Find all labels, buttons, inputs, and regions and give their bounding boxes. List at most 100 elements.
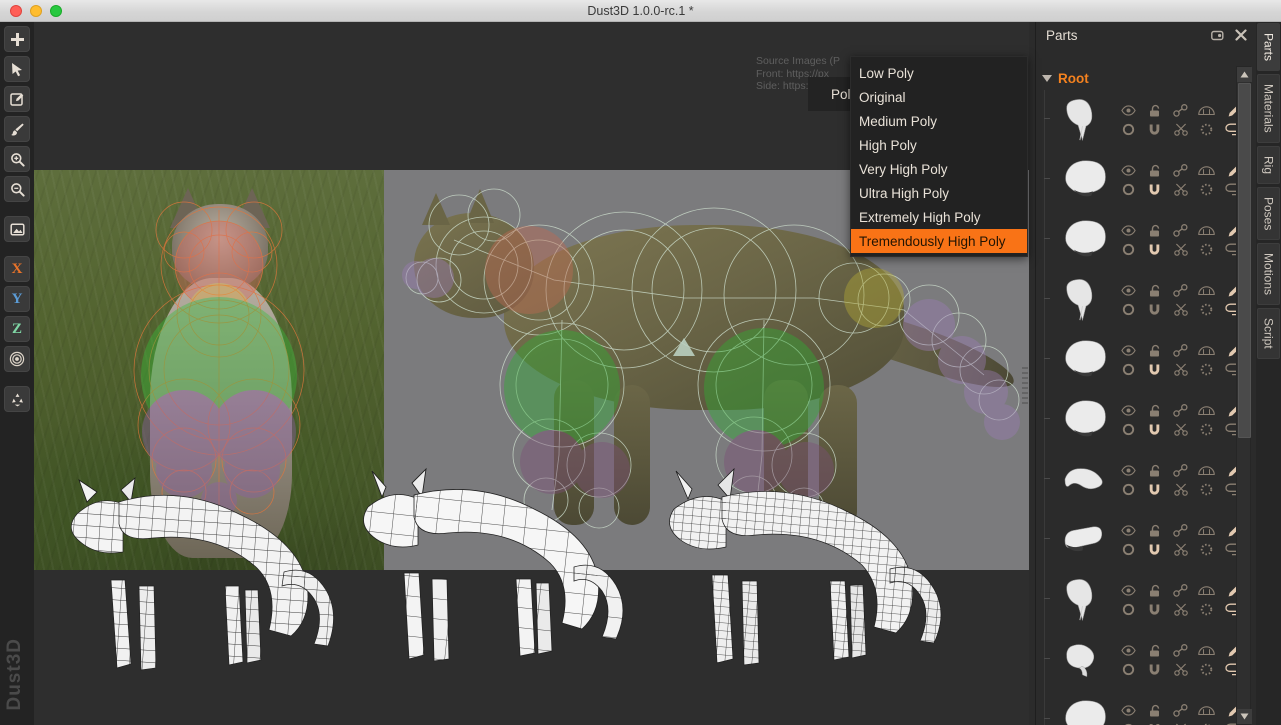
select-tool[interactable] [4,56,30,82]
part-ear-left-thumbnail[interactable] [1058,94,1114,146]
scissors-icon[interactable] [1172,482,1189,497]
reference-image-tool[interactable] [4,216,30,242]
menu-item-ultra-high-poly[interactable]: Ultra High Poly [851,181,1027,205]
menu-item-original[interactable]: Original [851,85,1027,109]
magnet-icon[interactable] [1146,662,1163,677]
round-icon[interactable] [1120,182,1137,197]
part-row[interactable] [1036,330,1236,390]
part-chest-thumbnail[interactable] [1058,334,1114,386]
color-picker-icon[interactable] [1224,103,1236,118]
menu-item-tremendously-high-poly[interactable]: Tremendously High Poly [851,229,1027,253]
dotted-circle-icon[interactable] [1198,602,1215,617]
round-icon[interactable] [1120,482,1137,497]
subdivide-icon[interactable] [1198,703,1215,718]
color-picker-icon[interactable] [1224,283,1236,298]
smooth-icon[interactable] [1224,422,1236,437]
subdivide-icon[interactable] [1198,463,1215,478]
canvas-splitter-handle[interactable] [1022,367,1028,405]
unlock-icon[interactable] [1146,583,1163,598]
part-row[interactable] [1036,150,1236,210]
undock-icon[interactable] [1209,27,1225,43]
color-picker-icon[interactable] [1224,583,1236,598]
unlock-icon[interactable] [1146,343,1163,358]
color-picker-icon[interactable] [1224,643,1236,658]
scissors-icon[interactable] [1172,302,1189,317]
radius-tool[interactable] [4,346,30,372]
scissors-icon[interactable] [1172,422,1189,437]
part-row[interactable] [1036,210,1236,270]
unlock-icon[interactable] [1146,163,1163,178]
magnet-icon[interactable] [1146,422,1163,437]
scissors-icon[interactable] [1172,542,1189,557]
subdivide-icon[interactable] [1198,283,1215,298]
part-paw-back-thumbnail[interactable] [1058,694,1114,725]
link-icon[interactable] [1172,103,1189,118]
part-leg-back-thumbnail[interactable] [1058,634,1114,686]
unlock-icon[interactable] [1146,283,1163,298]
eye-icon[interactable] [1120,643,1137,658]
unlock-icon[interactable] [1146,223,1163,238]
dotted-circle-icon[interactable] [1198,422,1215,437]
link-icon[interactable] [1172,583,1189,598]
subdivide-icon[interactable] [1198,223,1215,238]
smooth-icon[interactable] [1224,242,1236,257]
smooth-icon[interactable] [1224,122,1236,137]
link-icon[interactable] [1172,163,1189,178]
magnet-icon[interactable] [1146,602,1163,617]
eye-icon[interactable] [1120,223,1137,238]
link-icon[interactable] [1172,703,1189,718]
smooth-icon[interactable] [1224,542,1236,557]
parts-list[interactable] [1036,90,1236,725]
part-row[interactable] [1036,630,1236,690]
dotted-circle-icon[interactable] [1198,362,1215,377]
round-icon[interactable] [1120,602,1137,617]
link-icon[interactable] [1172,223,1189,238]
tab-motions[interactable]: Motions [1257,243,1280,306]
unlock-icon[interactable] [1146,403,1163,418]
parts-tree-root[interactable]: Root [1042,71,1089,86]
magnet-icon[interactable] [1146,182,1163,197]
subdivide-icon[interactable] [1198,643,1215,658]
scissors-icon[interactable] [1172,662,1189,677]
eye-icon[interactable] [1120,463,1137,478]
round-icon[interactable] [1120,362,1137,377]
smooth-icon[interactable] [1224,482,1236,497]
part-paw-front-thumbnail[interactable] [1058,574,1114,626]
round-icon[interactable] [1120,122,1137,137]
menu-item-medium-poly[interactable]: Medium Poly [851,109,1027,133]
unlock-icon[interactable] [1146,703,1163,718]
zoom-out-tool[interactable] [4,176,30,202]
unlock-icon[interactable] [1146,103,1163,118]
part-neck-thumbnail[interactable] [1058,214,1114,266]
subdivide-icon[interactable] [1198,163,1215,178]
magnet-icon[interactable] [1146,242,1163,257]
magnet-icon[interactable] [1146,362,1163,377]
add-node-tool[interactable] [4,26,30,52]
subdivide-icon[interactable] [1198,523,1215,538]
unlock-icon[interactable] [1146,643,1163,658]
subdivide-icon[interactable] [1198,403,1215,418]
chevron-down-icon[interactable] [1042,75,1052,82]
eye-icon[interactable] [1120,703,1137,718]
menu-item-very-high-poly[interactable]: Very High Poly [851,157,1027,181]
unlock-icon[interactable] [1146,523,1163,538]
color-picker-icon[interactable] [1224,523,1236,538]
eye-icon[interactable] [1120,523,1137,538]
link-icon[interactable] [1172,343,1189,358]
menu-item-high-poly[interactable]: High Poly [851,133,1027,157]
magnet-icon[interactable] [1146,122,1163,137]
link-icon[interactable] [1172,403,1189,418]
part-tail-thumbnail[interactable] [1058,454,1114,506]
x-axis-toggle[interactable]: X [4,256,30,282]
color-picker-icon[interactable] [1224,463,1236,478]
dotted-circle-icon[interactable] [1198,542,1215,557]
color-picker-icon[interactable] [1224,223,1236,238]
y-axis-toggle[interactable]: Y [4,286,30,312]
part-ear-right-thumbnail[interactable] [1058,274,1114,326]
tab-rig[interactable]: Rig [1257,145,1280,184]
color-picker-icon[interactable] [1224,163,1236,178]
paint-tool[interactable] [4,116,30,142]
link-icon[interactable] [1172,463,1189,478]
scissors-icon[interactable] [1172,242,1189,257]
regenerate-tool[interactable] [4,386,30,412]
